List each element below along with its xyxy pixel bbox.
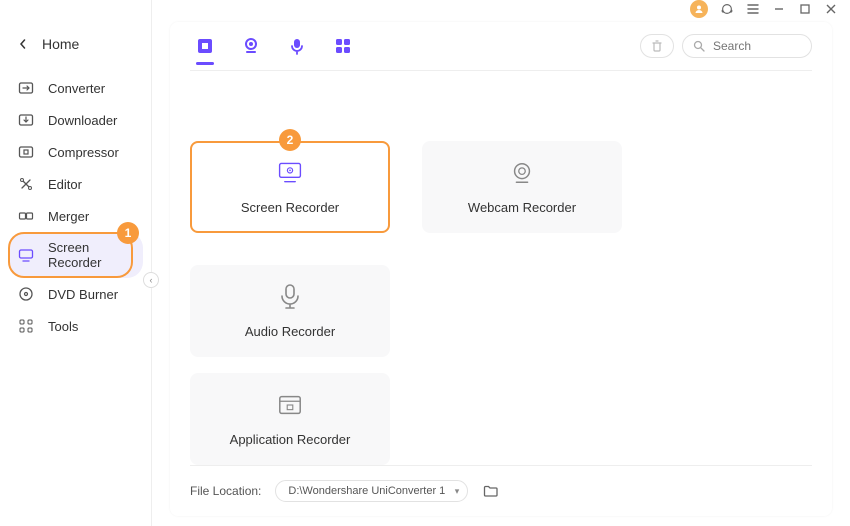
annotation-badge-1: 1 xyxy=(117,222,139,244)
sidebar-item-label: Merger xyxy=(48,209,89,224)
footer: File Location: D:\Wondershare UniConvert… xyxy=(190,465,812,502)
divider xyxy=(190,70,812,71)
sidebar-item-label: DVD Burner xyxy=(48,287,118,302)
dvd-icon xyxy=(18,286,34,302)
card-label: Screen Recorder xyxy=(241,200,339,215)
open-folder-button[interactable] xyxy=(482,482,500,500)
toolbar-right xyxy=(640,34,812,58)
content-card: 2 Screen Recorder Webcam Recorder Audio … xyxy=(170,22,832,516)
sidebar-item-converter[interactable]: Converter xyxy=(0,72,151,104)
titlebar xyxy=(152,0,850,18)
sidebar-collapse-handle[interactable]: ‹ xyxy=(143,272,159,288)
merger-icon xyxy=(18,208,34,224)
home-label: Home xyxy=(42,36,79,52)
menu-icon[interactable] xyxy=(746,2,760,16)
tab-webcam[interactable] xyxy=(240,35,262,57)
toolbar xyxy=(190,34,812,70)
sidebar-item-dvd-burner[interactable]: DVD Burner xyxy=(0,278,151,310)
card-webcam-recorder[interactable]: Webcam Recorder xyxy=(422,141,622,233)
audio-card-icon xyxy=(277,284,303,310)
editor-icon xyxy=(18,176,34,192)
search-icon xyxy=(693,40,705,52)
cards-row-2: Application Recorder xyxy=(190,373,812,465)
sidebar-item-compressor[interactable]: Compressor xyxy=(0,136,151,168)
sidebar-item-label: Screen Recorder xyxy=(48,240,133,270)
close-icon[interactable] xyxy=(824,2,838,16)
support-icon[interactable] xyxy=(720,2,734,16)
compressor-icon xyxy=(18,144,34,160)
file-location-value: D:\Wondershare UniConverter 1 xyxy=(288,485,445,497)
search-box[interactable] xyxy=(682,34,812,58)
mode-tabs xyxy=(190,35,354,57)
tab-apps[interactable] xyxy=(332,35,354,57)
minimize-icon[interactable] xyxy=(772,2,786,16)
card-application-recorder[interactable]: Application Recorder xyxy=(190,373,390,465)
sidebar-item-label: Tools xyxy=(48,319,78,334)
tab-screen[interactable] xyxy=(194,35,216,57)
card-label: Webcam Recorder xyxy=(468,200,576,215)
file-location-label: File Location: xyxy=(190,484,261,498)
converter-icon xyxy=(18,80,34,96)
maximize-icon[interactable] xyxy=(798,2,812,16)
back-icon xyxy=(18,39,28,49)
delete-all-button[interactable] xyxy=(640,34,674,58)
screen-recorder-icon xyxy=(18,247,34,263)
sidebar-item-label: Converter xyxy=(48,81,105,96)
home-button[interactable]: Home xyxy=(0,28,151,60)
card-audio-recorder[interactable]: Audio Recorder xyxy=(190,265,390,357)
card-label: Application Recorder xyxy=(230,432,351,447)
downloader-icon xyxy=(18,112,34,128)
sidebar-item-label: Editor xyxy=(48,177,82,192)
main-area: 2 Screen Recorder Webcam Recorder Audio … xyxy=(152,0,850,526)
search-input[interactable] xyxy=(713,39,801,53)
tab-audio[interactable] xyxy=(286,35,308,57)
cards-row-1: 2 Screen Recorder Webcam Recorder Audio … xyxy=(190,141,812,357)
sidebar-item-label: Compressor xyxy=(48,145,119,160)
file-location-select[interactable]: D:\Wondershare UniConverter 1 xyxy=(275,480,468,502)
annotation-badge-2: 2 xyxy=(279,129,301,151)
card-screen-recorder[interactable]: 2 Screen Recorder xyxy=(190,141,390,233)
sidebar-item-label: Downloader xyxy=(48,113,117,128)
sidebar-item-downloader[interactable]: Downloader xyxy=(0,104,151,136)
application-card-icon xyxy=(277,392,303,418)
sidebar-item-editor[interactable]: Editor xyxy=(0,168,151,200)
sidebar-item-tools[interactable]: Tools xyxy=(0,310,151,342)
tools-icon xyxy=(18,318,34,334)
webcam-card-icon xyxy=(509,160,535,186)
card-label: Audio Recorder xyxy=(245,324,335,339)
user-avatar[interactable] xyxy=(690,0,708,18)
screen-recorder-card-icon xyxy=(277,160,303,186)
sidebar: Home Converter Downloader Compressor Edi… xyxy=(0,0,152,526)
